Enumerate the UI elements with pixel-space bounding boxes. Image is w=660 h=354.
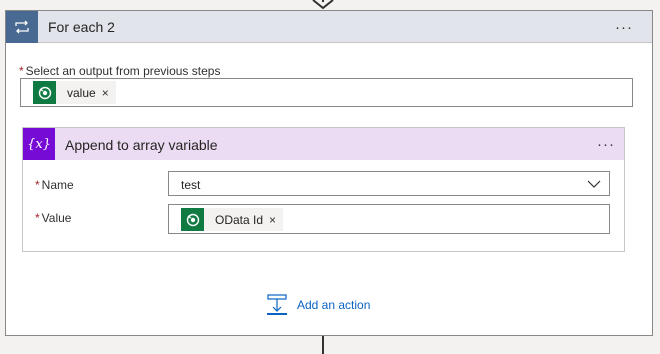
required-marker: * <box>35 211 40 225</box>
value-token[interactable]: value × <box>33 81 116 104</box>
name-value: test <box>181 178 201 192</box>
select-output-label: * Select an output from previous steps <box>19 64 220 78</box>
append-header[interactable]: {x} Append to array variable ··· <box>23 128 624 160</box>
add-action-button[interactable]: Add an action <box>266 294 370 316</box>
foreach-header[interactable]: For each 2 ··· <box>6 11 652 43</box>
bottom-connector-line <box>322 336 324 354</box>
odata-id-token[interactable]: OData Id × <box>181 208 284 231</box>
odata-id-token-label: OData Id <box>215 212 264 227</box>
add-action-label[interactable]: Add an action <box>297 298 370 312</box>
chevron-down-icon[interactable] <box>587 180 601 188</box>
required-marker: * <box>35 178 40 192</box>
dataverse-icon <box>181 208 204 231</box>
value-label: * Value <box>35 211 71 225</box>
append-title[interactable]: Append to array variable <box>65 137 218 153</box>
name-label: * Name <box>35 178 74 192</box>
dataverse-icon <box>33 81 56 104</box>
name-label-text: Name <box>41 178 74 192</box>
foreach-more-menu-icon[interactable]: ··· <box>615 20 633 35</box>
foreach-card: For each 2 ··· * Select an output from pr… <box>5 10 653 336</box>
remove-token-icon[interactable]: × <box>102 86 109 100</box>
append-to-array-card: {x} Append to array variable ··· * Name t… <box>22 127 625 252</box>
name-dropdown[interactable]: test <box>168 171 610 196</box>
value-input[interactable]: OData Id × <box>168 204 610 234</box>
value-label-text: Value <box>41 211 72 225</box>
select-output-label-text: Select an output from previous steps <box>25 64 221 78</box>
select-output-input[interactable]: value × <box>20 78 633 107</box>
required-marker: * <box>19 64 24 78</box>
arrow-down-icon <box>312 0 334 10</box>
variable-icon: {x} <box>23 128 55 160</box>
loop-icon <box>6 11 38 43</box>
add-action-icon <box>267 294 287 315</box>
foreach-title[interactable]: For each 2 <box>48 19 115 35</box>
remove-token-icon[interactable]: × <box>269 213 276 227</box>
value-token-label: value <box>67 85 96 100</box>
append-more-menu-icon[interactable]: ··· <box>597 137 615 152</box>
